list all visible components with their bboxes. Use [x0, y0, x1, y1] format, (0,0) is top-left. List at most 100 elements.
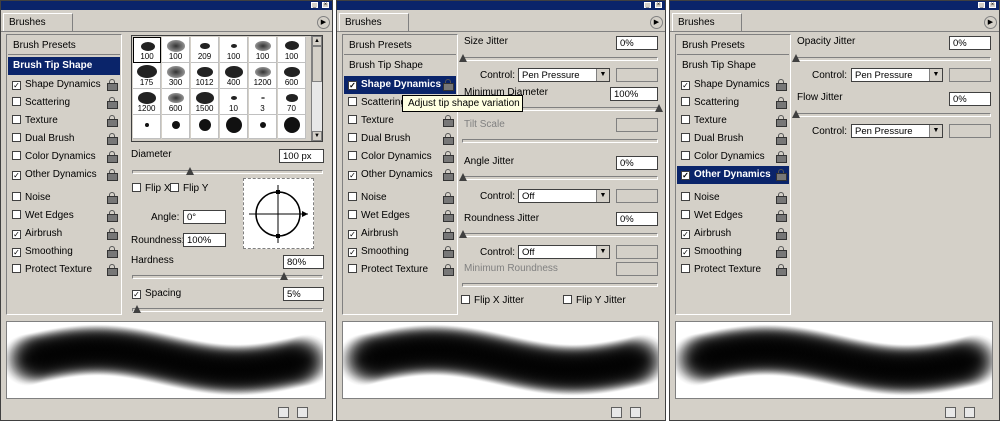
sidebar-item-noise[interactable]: Noise [677, 189, 789, 207]
brush-thumbnail-grid[interactable]: ▲ ▼ 100 100 209 100 100 100 175 300 1012 400 1200 6… [131, 35, 323, 142]
checkbox[interactable] [681, 115, 690, 124]
sidebar-item-protect-texture[interactable]: Protect Texture [8, 261, 120, 279]
hardness-slider-thumb[interactable] [280, 272, 289, 280]
checkbox[interactable]: ✓ [12, 230, 21, 239]
checkbox[interactable] [348, 151, 357, 160]
panel-menu-arrow-icon[interactable]: ▶ [650, 16, 663, 29]
roundness-field[interactable]: 100% [183, 233, 226, 247]
sidebar-item-texture[interactable]: Texture [677, 112, 789, 130]
flip-x-jitter-checkbox[interactable]: Flip X Jitter [461, 295, 524, 306]
checkbox[interactable] [348, 264, 357, 273]
brush-thumbnail[interactable]: 300 [162, 63, 190, 89]
spacing-slider-thumb[interactable] [132, 305, 141, 313]
sidebar-item-noise[interactable]: Noise [8, 189, 120, 207]
close-icon[interactable]: × [322, 2, 329, 8]
size-jitter-slider[interactable] [459, 54, 658, 62]
spacing-field[interactable]: 5% [283, 287, 324, 301]
lock-icon[interactable] [776, 115, 787, 127]
opacity-jitter-field[interactable]: 0% [949, 36, 991, 50]
lock-icon[interactable] [443, 169, 454, 181]
scroll-up-icon[interactable]: ▲ [312, 36, 322, 46]
sidebar-item-brush-tip-shape[interactable]: Brush Tip Shape [8, 57, 120, 75]
sidebar-item-wet-edges[interactable]: Wet Edges [8, 207, 120, 225]
size-jitter-field[interactable]: 0% [616, 36, 658, 50]
new-preset-icon[interactable] [945, 407, 956, 418]
trash-icon[interactable] [297, 407, 308, 418]
diameter-slider[interactable] [132, 167, 323, 175]
lock-icon[interactable] [443, 192, 454, 204]
checkbox[interactable] [681, 133, 690, 142]
minimize-icon[interactable]: _ [978, 2, 985, 8]
thumbnail-scrollbar[interactable]: ▲ ▼ [311, 36, 322, 141]
checkbox[interactable] [12, 210, 21, 219]
sidebar-item-brush-presets[interactable]: Brush Presets [677, 37, 789, 55]
sidebar-item-brush-presets[interactable]: Brush Presets [8, 37, 120, 55]
angle-jitter-slider-thumb[interactable] [459, 173, 467, 181]
flip-x-checkbox[interactable]: Flip X [132, 183, 171, 194]
checkbox[interactable]: ✓ [12, 171, 21, 180]
flow-jitter-field[interactable]: 0% [949, 92, 991, 106]
checkbox[interactable] [12, 192, 21, 201]
brush-thumbnail[interactable]: 3 [249, 89, 277, 115]
trash-icon[interactable] [964, 407, 975, 418]
lock-icon[interactable] [776, 97, 787, 109]
roundness-control-select[interactable]: Off ▼ [518, 245, 610, 259]
diameter-field[interactable]: 100 px [279, 149, 324, 163]
brush-thumbnail[interactable]: 600 [162, 89, 190, 115]
sidebar-item-shape-dynamics[interactable]: ✓ Shape Dynamics [8, 76, 120, 94]
sidebar-item-brush-tip-shape[interactable]: Brush Tip Shape [677, 57, 789, 75]
chevron-down-icon[interactable]: ▼ [929, 69, 942, 81]
new-preset-icon[interactable] [611, 407, 622, 418]
brush-thumbnail[interactable]: 100 [278, 37, 306, 63]
flow-jitter-slider-thumb[interactable] [792, 110, 800, 118]
lock-icon[interactable] [107, 264, 118, 276]
roundness-jitter-slider[interactable] [459, 230, 658, 238]
crosshair-circle-icon[interactable] [244, 179, 313, 248]
checkbox[interactable] [12, 133, 21, 142]
sidebar-item-dual-brush[interactable]: Dual Brush [8, 130, 120, 148]
sidebar-item-noise[interactable]: Noise [344, 189, 456, 207]
flip-y-checkbox[interactable]: Flip Y [170, 183, 208, 194]
lock-icon[interactable] [776, 264, 787, 276]
sidebar-item-protect-texture[interactable]: Protect Texture [344, 261, 456, 279]
checkbox[interactable] [12, 264, 21, 273]
lock-icon[interactable] [443, 133, 454, 145]
flip-x-jitter-box[interactable] [461, 295, 470, 304]
brush-thumbnail[interactable]: 100 [162, 37, 190, 63]
min-diameter-slider-thumb[interactable] [655, 104, 663, 112]
opacity-jitter-slider[interactable] [792, 54, 991, 62]
lock-icon[interactable] [443, 264, 454, 276]
lock-icon[interactable] [107, 228, 118, 240]
flow-control-select[interactable]: Pen Pressure ▼ [851, 124, 943, 138]
lock-icon[interactable] [107, 169, 118, 181]
chevron-down-icon[interactable]: ▼ [596, 246, 609, 258]
panel-menu-arrow-icon[interactable]: ▶ [317, 16, 330, 29]
checkbox[interactable]: ✓ [12, 248, 21, 257]
checkbox[interactable] [12, 151, 21, 160]
brushes-tab[interactable]: Brushes [339, 13, 409, 31]
checkbox[interactable] [348, 97, 357, 106]
scroll-down-icon[interactable]: ▼ [312, 131, 322, 141]
brush-thumbnail[interactable]: 70 [278, 89, 306, 115]
sidebar-item-smoothing[interactable]: ✓ Smoothing [344, 243, 456, 261]
brush-thumbnail[interactable] [220, 115, 248, 139]
spacing-checkbox[interactable]: ✓ Spacing [132, 288, 181, 299]
brush-thumbnail[interactable] [133, 115, 161, 139]
checkbox[interactable] [348, 210, 357, 219]
lock-icon[interactable] [107, 151, 118, 163]
sidebar-item-other-dynamics[interactable]: ✓ Other Dynamics [344, 166, 456, 184]
roundness-jitter-field[interactable]: 0% [616, 212, 658, 226]
sidebar-item-color-dynamics[interactable]: Color Dynamics [344, 148, 456, 166]
hardness-field[interactable]: 80% [283, 255, 324, 269]
lock-icon[interactable] [107, 133, 118, 145]
sidebar-item-brush-presets[interactable]: Brush Presets [344, 37, 456, 55]
panel-menu-arrow-icon[interactable]: ▶ [984, 16, 997, 29]
checkbox[interactable]: ✓ [681, 230, 690, 239]
lock-icon[interactable] [107, 79, 118, 91]
brushes-tab[interactable]: Brushes [3, 13, 73, 31]
sidebar-item-airbrush[interactable]: ✓ Airbrush [344, 225, 456, 243]
roundness-jitter-slider-thumb[interactable] [459, 230, 467, 238]
flip-y-jitter-checkbox[interactable]: Flip Y Jitter [563, 295, 626, 306]
brush-thumbnail[interactable]: 1200 [133, 89, 161, 115]
diameter-slider-thumb[interactable] [185, 167, 194, 175]
